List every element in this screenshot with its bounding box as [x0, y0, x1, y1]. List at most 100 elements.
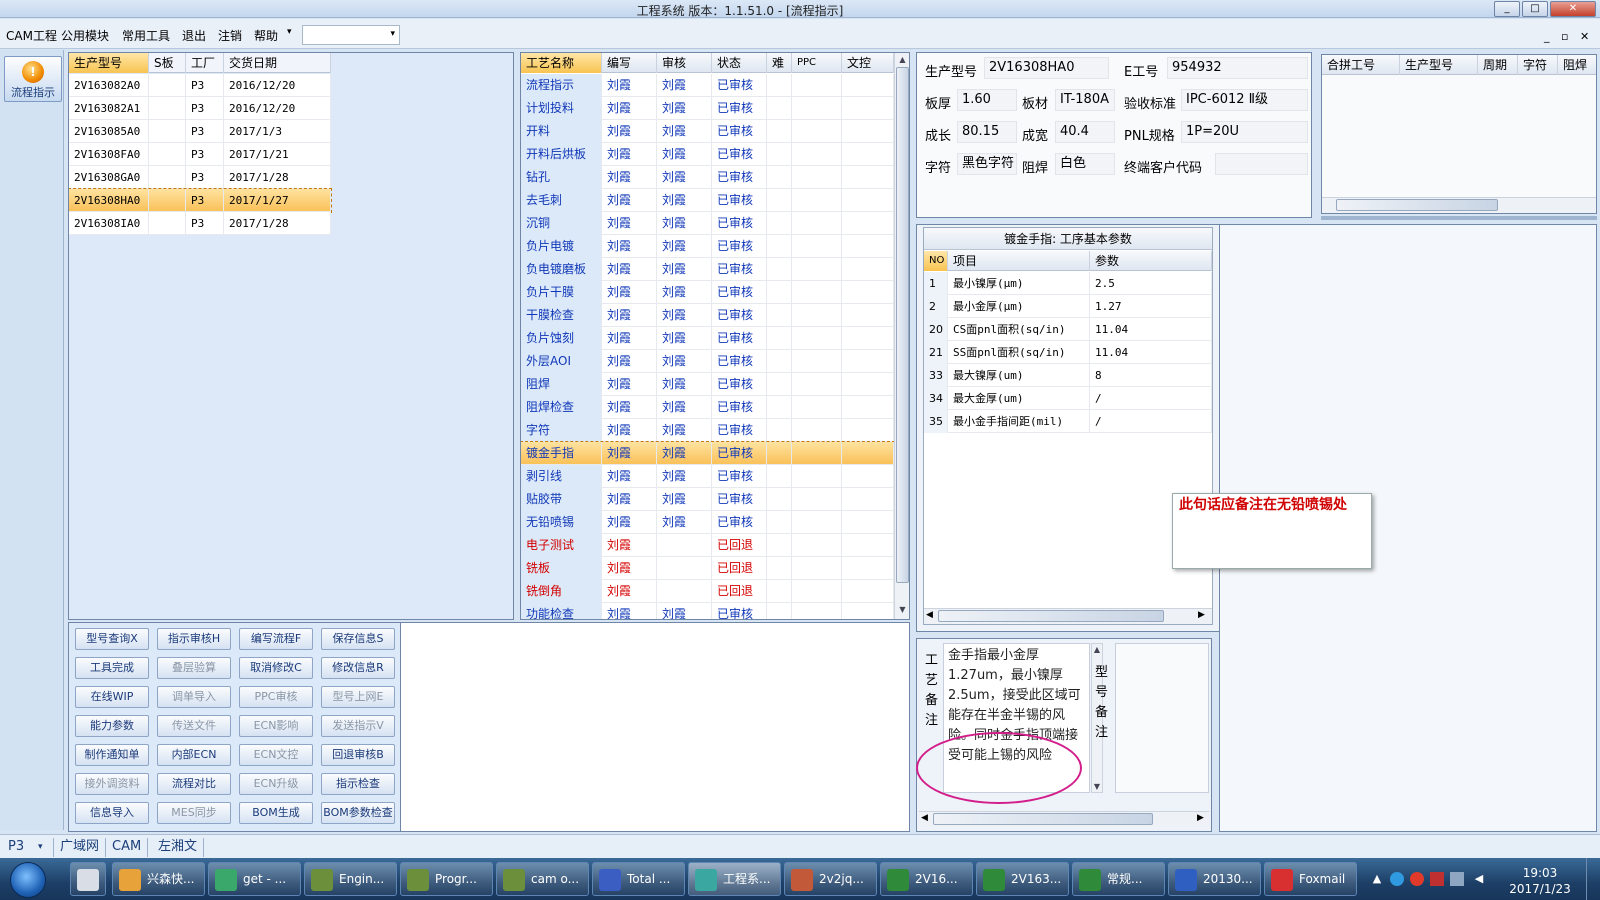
- taskbar-item[interactable]: cam o...: [496, 862, 589, 896]
- taskbar-item[interactable]: Progr...: [400, 862, 493, 896]
- merge-scroll-thumb[interactable]: [1336, 199, 1498, 211]
- process-col-writer[interactable]: 编写: [602, 53, 657, 73]
- action-button[interactable]: ECN升级: [239, 773, 313, 795]
- mdi-close-button[interactable]: ✕: [1580, 30, 1589, 43]
- params-row[interactable]: 1 最小镍厚(μm) 2.5: [924, 272, 1212, 295]
- tray-network-icon[interactable]: [1450, 872, 1464, 886]
- process-row[interactable]: 干膜检查 刘霞 刘霞 已审核: [521, 304, 894, 327]
- taskbar-item[interactable]: 工程系...: [688, 862, 781, 896]
- maximize-button[interactable]: □: [1522, 1, 1548, 17]
- action-button[interactable]: 流程对比: [157, 773, 231, 795]
- process-row[interactable]: 镀金手指 刘霞 刘霞 已审核: [521, 441, 895, 466]
- merge-col-number[interactable]: 合拼工号: [1322, 55, 1400, 75]
- scroll-down-icon[interactable]: ▼: [1092, 782, 1102, 791]
- process-col-status[interactable]: 状态: [712, 53, 767, 73]
- params-row[interactable]: 34 最大金厚(um) /: [924, 387, 1212, 410]
- scroll-up-icon[interactable]: ▲: [1092, 645, 1102, 654]
- process-row[interactable]: 负片蚀刻 刘霞 刘霞 已审核: [521, 327, 894, 350]
- action-button[interactable]: 内部ECN: [157, 744, 231, 766]
- customer-code-field[interactable]: [1215, 153, 1308, 175]
- params-hscrollbar[interactable]: ◀ ▶: [924, 608, 1212, 624]
- params-row[interactable]: 33 最大镍厚(um) 8: [924, 364, 1212, 387]
- params-col-value[interactable]: 参数: [1090, 251, 1212, 271]
- taskbar-item[interactable]: Foxmail: [1264, 862, 1357, 896]
- process-row[interactable]: 开料后烘板 刘霞 刘霞 已审核: [521, 143, 894, 166]
- process-row[interactable]: 计划投料 刘霞 刘霞 已审核: [521, 97, 894, 120]
- merge-col-cycle[interactable]: 周期: [1478, 55, 1518, 75]
- minimize-button[interactable]: _: [1494, 1, 1520, 17]
- taskbar-item[interactable]: get - ...: [208, 862, 301, 896]
- process-row[interactable]: 铣板 刘霞 已回退: [521, 557, 894, 580]
- action-button[interactable]: 型号上网E: [321, 686, 395, 708]
- action-button[interactable]: 修改信息R: [321, 657, 395, 679]
- show-desktop-button[interactable]: [1586, 858, 1600, 900]
- params-col-no[interactable]: NO: [924, 251, 948, 271]
- mdi-minimize-button[interactable]: _: [1544, 30, 1550, 43]
- e-number-field[interactable]: 954932: [1167, 57, 1308, 79]
- tray-volume-icon[interactable]: ◀: [1472, 872, 1486, 886]
- process-scrollbar[interactable]: ▲ ▼: [894, 53, 909, 619]
- close-button[interactable]: ✕: [1550, 1, 1596, 17]
- menu-combo[interactable]: ▾: [302, 25, 400, 45]
- action-button[interactable]: PPC审核: [239, 686, 313, 708]
- calculator-pin[interactable]: [70, 862, 106, 896]
- process-scroll-thumb[interactable]: [896, 67, 909, 583]
- mdi-restore-button[interactable]: ▫: [1561, 30, 1568, 43]
- tray-antivirus-icon[interactable]: [1410, 872, 1424, 886]
- tray-arrow-icon[interactable]: ▲: [1370, 872, 1384, 886]
- remarks-hscrollbar[interactable]: ◀ ▶: [919, 811, 1209, 827]
- models-row[interactable]: 2V163082A0 P3 2016/12/20: [69, 74, 331, 97]
- factory-selector[interactable]: P3 ▾: [2, 838, 54, 857]
- process-row[interactable]: 负电镀磨板 刘霞 刘霞 已审核: [521, 258, 894, 281]
- scroll-right-icon[interactable]: ▶: [1197, 813, 1204, 823]
- taskbar-item[interactable]: 2V16...: [880, 862, 973, 896]
- process-row[interactable]: 外层AOI 刘霞 刘霞 已审核: [521, 350, 894, 373]
- action-button[interactable]: 接外调资料: [75, 773, 149, 795]
- params-row[interactable]: 21 SS面pnl面积(sq/in) 11.04: [924, 341, 1212, 364]
- process-row[interactable]: 阻焊检查 刘霞 刘霞 已审核: [521, 396, 894, 419]
- width-field[interactable]: 40.4: [1055, 121, 1115, 143]
- tray-app-icon[interactable]: [1390, 872, 1404, 886]
- process-col-doc[interactable]: 文控: [842, 53, 894, 73]
- action-button[interactable]: ECN文控: [239, 744, 313, 766]
- models-row[interactable]: 2V163085A0 P3 2017/1/3: [69, 120, 331, 143]
- action-button[interactable]: 工具完成: [75, 657, 149, 679]
- action-button[interactable]: MES同步: [157, 802, 231, 824]
- menu-tools[interactable]: 常用工具: [122, 27, 170, 44]
- action-button[interactable]: BOM生成: [239, 802, 313, 824]
- action-button[interactable]: 调单导入: [157, 686, 231, 708]
- chevron-down-icon[interactable]: ▾: [287, 27, 292, 37]
- process-row[interactable]: 贴胶带 刘霞 刘霞 已审核: [521, 488, 894, 511]
- process-row[interactable]: 无铅喷锡 刘霞 刘霞 已审核: [521, 511, 894, 534]
- params-row[interactable]: 2 最小金厚(μm) 1.27: [924, 295, 1212, 318]
- remarks-scroll-thumb[interactable]: [933, 813, 1153, 825]
- merge-col-legend[interactable]: 字符: [1518, 55, 1558, 75]
- material-field[interactable]: IT-180A: [1055, 89, 1115, 111]
- process-row[interactable]: 开料 刘霞 刘霞 已审核: [521, 120, 894, 143]
- merge-hscrollbar[interactable]: [1322, 197, 1596, 213]
- action-button[interactable]: 指示审核H: [157, 628, 231, 650]
- process-row[interactable]: 流程指示 刘霞 刘霞 已审核: [521, 74, 894, 97]
- process-row[interactable]: 电子测试 刘霞 已回退: [521, 534, 894, 557]
- length-field[interactable]: 80.15: [957, 121, 1017, 143]
- taskbar-item[interactable]: Total ...: [592, 862, 685, 896]
- taskbar-item[interactable]: 常规...: [1072, 862, 1165, 896]
- merge-col-mask[interactable]: 阻焊: [1558, 55, 1596, 75]
- merge-col-model[interactable]: 生产型号: [1400, 55, 1478, 75]
- params-col-item[interactable]: 项目: [948, 251, 1090, 271]
- models-row[interactable]: 2V16308IA0 P3 2017/1/28: [69, 212, 331, 235]
- taskbar-item[interactable]: 2v2jq...: [784, 862, 877, 896]
- action-button[interactable]: 编写流程F: [239, 628, 313, 650]
- taskbar-item[interactable]: 2V163...: [976, 862, 1069, 896]
- soldermask-field[interactable]: 白色: [1055, 153, 1115, 175]
- model-field[interactable]: 2V16308HA0: [984, 57, 1109, 79]
- action-button[interactable]: 能力参数: [75, 715, 149, 737]
- action-button[interactable]: BOM参数检查: [321, 802, 395, 824]
- models-col-date[interactable]: 交货日期: [224, 53, 331, 73]
- params-scroll-thumb[interactable]: [938, 610, 1164, 622]
- tray-flag-icon[interactable]: [1430, 872, 1444, 886]
- scroll-left-icon[interactable]: ◀: [926, 610, 933, 620]
- process-row[interactable]: 铣倒角 刘霞 已回退: [521, 580, 894, 603]
- models-col-s[interactable]: S板: [149, 53, 186, 73]
- menu-logout[interactable]: 注销: [218, 27, 242, 44]
